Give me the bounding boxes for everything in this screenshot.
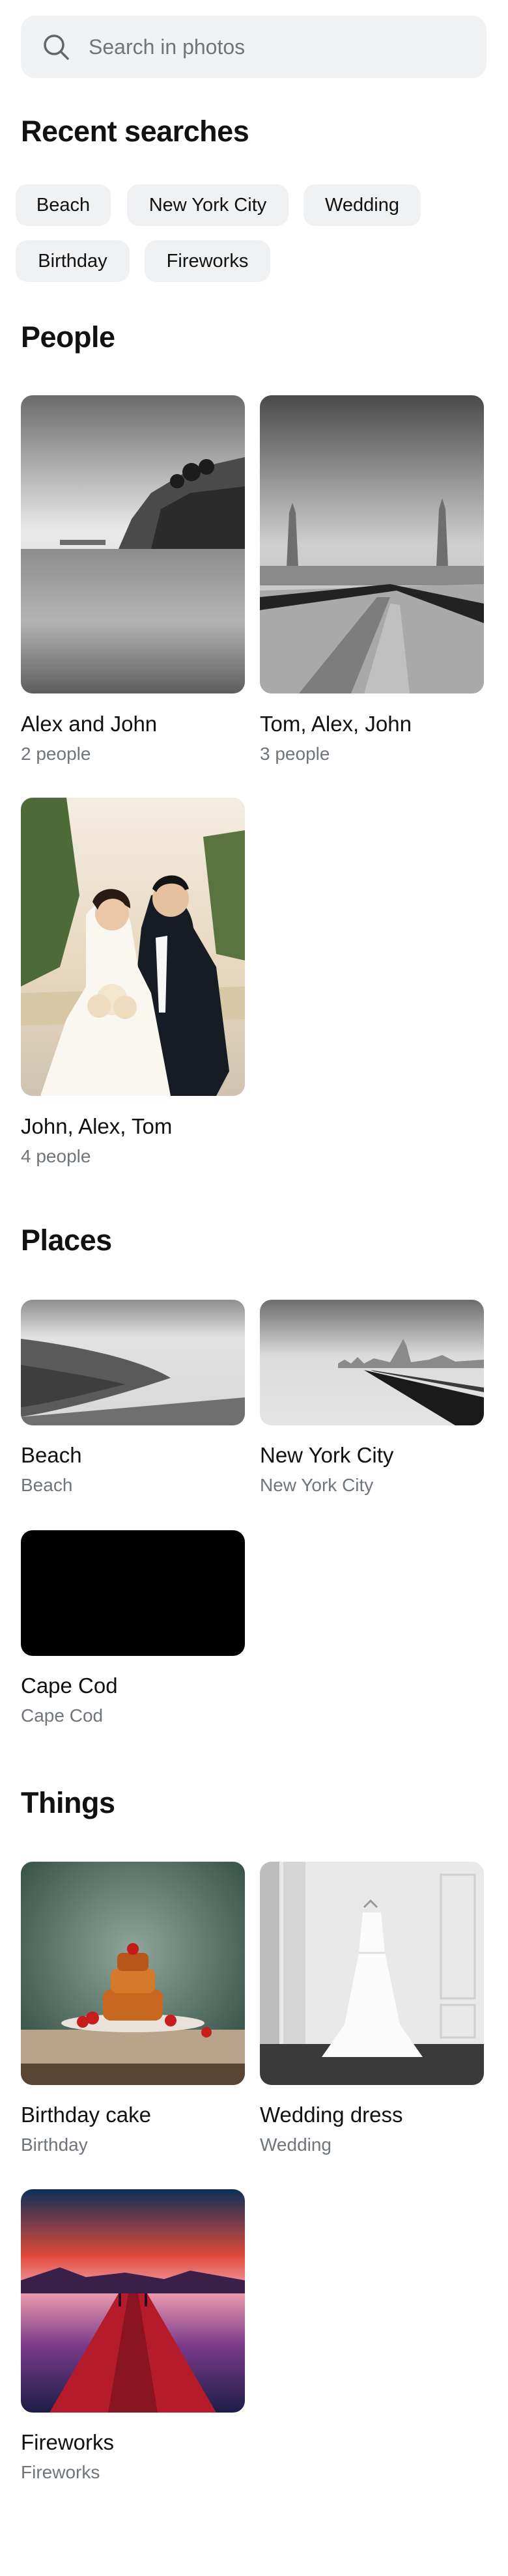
thing-photo-wedding-dress bbox=[260, 1862, 484, 2085]
place-card-subtitle: Beach bbox=[21, 1475, 73, 1495]
search-input[interactable] bbox=[89, 16, 466, 78]
recent-search-chip[interactable]: Birthday bbox=[16, 240, 130, 282]
recent-searches-heading: Recent searches bbox=[21, 115, 249, 148]
people-card-subtitle: 4 people bbox=[21, 1146, 91, 1166]
people-card-title: John, Alex, Tom bbox=[21, 1114, 173, 1138]
people-photo-bridge bbox=[260, 395, 484, 693]
search-icon bbox=[44, 35, 69, 60]
search-bar[interactable] bbox=[21, 16, 487, 78]
thing-card-subtitle: Birthday bbox=[21, 2135, 88, 2155]
things-heading: Things bbox=[21, 1786, 115, 1819]
recent-search-chip[interactable]: Wedding bbox=[303, 184, 421, 226]
people-photo-wedding-couple bbox=[21, 798, 245, 1096]
place-card-title: New York City bbox=[260, 1443, 394, 1467]
thing-card-subtitle: Wedding bbox=[260, 2135, 332, 2155]
people-card-subtitle: 3 people bbox=[260, 744, 330, 764]
people-card-title: Alex and John bbox=[21, 712, 158, 736]
recent-search-chip[interactable]: Fireworks bbox=[145, 240, 270, 282]
place-card-title: Beach bbox=[21, 1443, 82, 1467]
place-card-subtitle: New York City bbox=[260, 1475, 374, 1495]
place-card-subtitle: Cape Cod bbox=[21, 1705, 104, 1726]
thing-card-title: Fireworks bbox=[21, 2430, 115, 2454]
place-photo-cape-cod bbox=[21, 1530, 245, 1656]
thing-card-title: Birthday cake bbox=[21, 2103, 151, 2127]
place-photo-beach bbox=[21, 1300, 245, 1425]
people-heading: People bbox=[21, 320, 115, 354]
people-card-subtitle: 2 people bbox=[21, 744, 91, 764]
recent-search-chip[interactable]: New York City bbox=[127, 184, 289, 226]
places-heading: Places bbox=[21, 1224, 112, 1257]
people-card-title: Tom, Alex, John bbox=[260, 712, 412, 736]
thing-photo-birthday-cake bbox=[21, 1862, 245, 2085]
place-photo-new-york-city bbox=[260, 1300, 484, 1425]
place-card-title: Cape Cod bbox=[21, 1673, 118, 1698]
thing-card-subtitle: Fireworks bbox=[21, 2462, 100, 2482]
people-photo-coast bbox=[21, 395, 245, 693]
recent-search-chip[interactable]: Beach bbox=[16, 184, 111, 226]
thing-card-title: Wedding dress bbox=[260, 2103, 403, 2127]
thing-photo-fireworks bbox=[21, 2189, 245, 2413]
